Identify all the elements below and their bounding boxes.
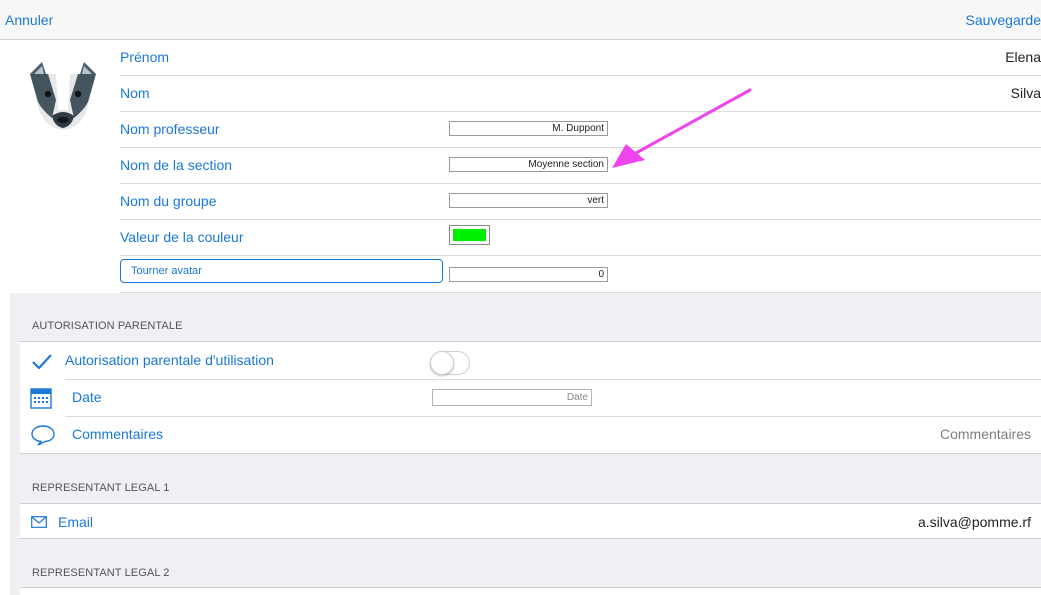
annotation-arrow (612, 88, 752, 168)
